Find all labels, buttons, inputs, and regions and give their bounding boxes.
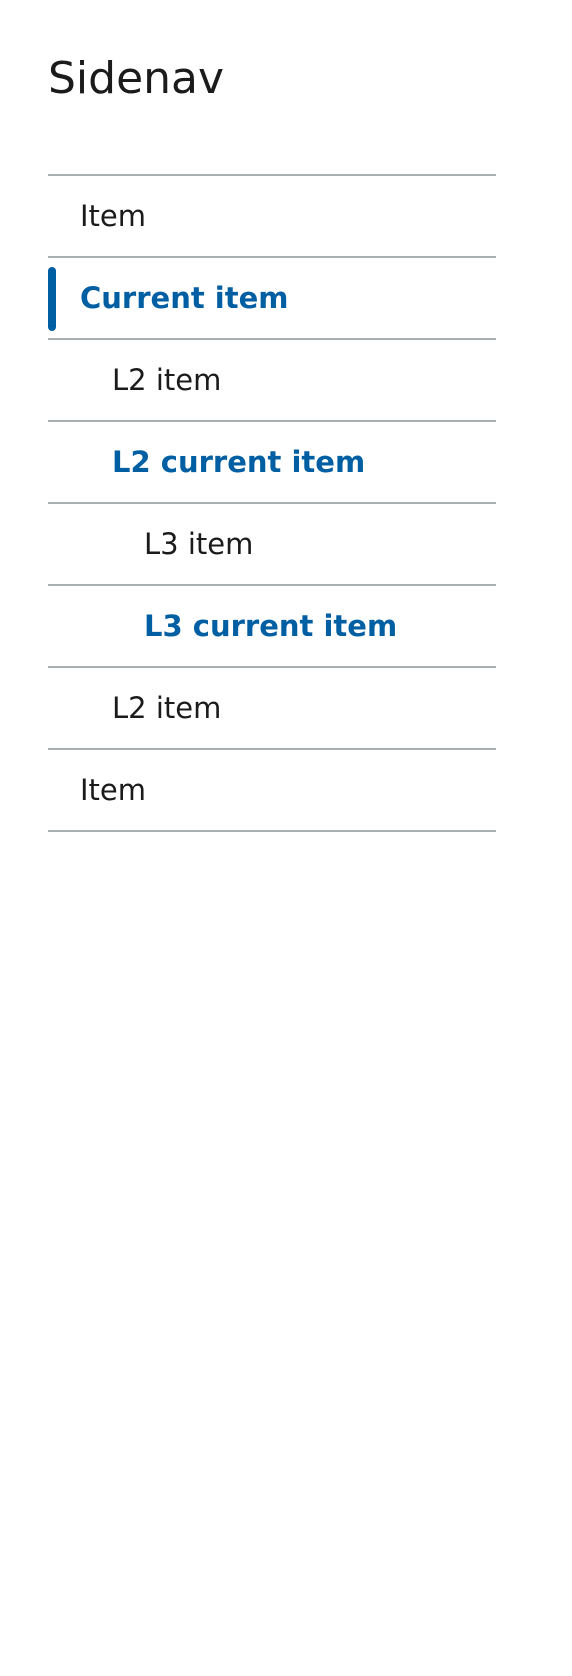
sidenav-item[interactable]: Item — [48, 176, 496, 258]
sidenav-item-label: L3 current item — [144, 609, 398, 643]
sidenav: Item Current item L2 item L2 current ite… — [48, 174, 496, 832]
sidenav-item-label: L3 item — [144, 527, 254, 561]
sidenav-l3-item-current[interactable]: L3 current item — [48, 586, 496, 668]
sidenav-subitem-current[interactable]: L2 current item — [48, 422, 496, 504]
sidenav-subitem[interactable]: L2 item — [48, 668, 496, 750]
sidenav-item-label: L2 current item — [112, 445, 366, 479]
sidenav-item-label: Item — [80, 199, 147, 233]
sidenav-item-label: Item — [80, 773, 147, 807]
sidenav-l3-item[interactable]: L3 item — [48, 504, 496, 586]
sidenav-item[interactable]: Item — [48, 750, 496, 832]
current-indicator-bar — [48, 267, 56, 331]
sidenav-item-label: L2 item — [112, 363, 222, 397]
sidenav-item-current[interactable]: Current item — [48, 258, 496, 340]
page-title: Sidenav — [48, 53, 225, 104]
sidenav-item-label: Current item — [80, 281, 289, 315]
sidenav-subitem[interactable]: L2 item — [48, 340, 496, 422]
sidenav-item-label: L2 item — [112, 691, 222, 725]
